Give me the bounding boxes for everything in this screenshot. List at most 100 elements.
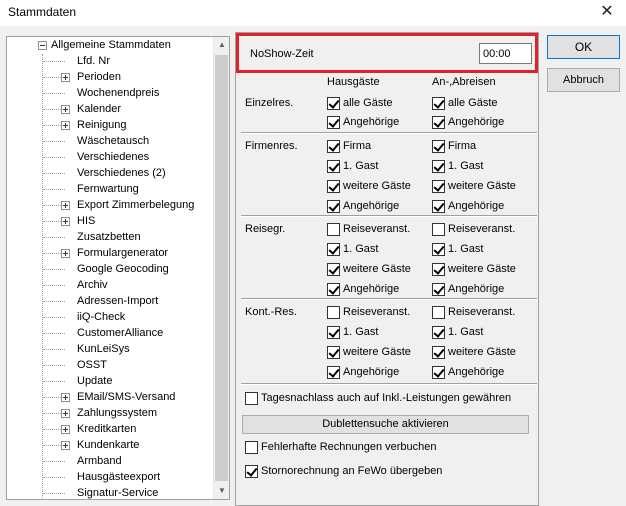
scroll-up-icon[interactable]: ▲	[214, 37, 229, 53]
section-label: Kont.-Res.	[245, 306, 297, 318]
cancel-button[interactable]: Abbruch	[547, 68, 620, 92]
checkbox-box[interactable]	[327, 326, 340, 339]
checkbox-box[interactable]	[327, 223, 340, 236]
tree-item[interactable]: Zusatzbetten	[77, 229, 141, 245]
tree-item[interactable]: iiQ-Check	[77, 309, 125, 325]
collapse-icon[interactable]	[38, 41, 47, 50]
stornorechnung-label: Stornorechnung an FeWo übergeben	[261, 465, 443, 477]
checkbox-box[interactable]	[432, 283, 445, 296]
tree-item[interactable]: Update	[77, 373, 112, 389]
checkbox-box[interactable]	[432, 366, 445, 379]
checkbox-box[interactable]	[432, 326, 445, 339]
tree-item-label: EMail/SMS-Versand	[77, 391, 176, 403]
expand-icon[interactable]	[61, 393, 70, 402]
tree-item[interactable]: Kreditkarten	[77, 421, 136, 437]
tree-item[interactable]: Verschiedenes	[77, 149, 149, 165]
tree-scrollbar[interactable]: ▲ ▼	[213, 37, 229, 499]
checkbox-box[interactable]	[327, 366, 340, 379]
tree-connector	[43, 333, 65, 334]
checkbox-box[interactable]	[432, 180, 445, 193]
tree-item[interactable]: Kalender	[77, 101, 121, 117]
checkbox-box[interactable]	[327, 306, 340, 319]
checkbox-label: Angehörige	[343, 116, 400, 128]
tree-item[interactable]: Reinigung	[77, 117, 127, 133]
checkbox-box[interactable]	[327, 160, 340, 173]
tree-item[interactable]: Verschiedenes (2)	[77, 165, 166, 181]
dublettensuche-button[interactable]: Dublettensuche aktivieren	[242, 415, 529, 434]
tree-connector	[43, 237, 65, 238]
checkbox-box[interactable]	[432, 160, 445, 173]
checkbox-box[interactable]	[432, 346, 445, 359]
checkbox-box[interactable]	[432, 263, 445, 276]
tree-connector	[43, 413, 61, 414]
checkbox-box[interactable]	[327, 283, 340, 296]
checkbox-box[interactable]	[432, 223, 445, 236]
checkbox-box[interactable]	[327, 97, 340, 110]
expand-icon[interactable]	[61, 249, 70, 258]
expand-icon[interactable]	[61, 425, 70, 434]
checkbox-box[interactable]	[327, 346, 340, 359]
checkbox-box[interactable]	[327, 200, 340, 213]
checkbox-box[interactable]	[432, 97, 445, 110]
checkbox-box[interactable]	[327, 243, 340, 256]
noshow-section: NoShow-Zeit	[236, 33, 538, 73]
tree-item[interactable]: Export Zimmerbelegung	[77, 197, 194, 213]
title-bar: Stammdaten ✕	[0, 0, 626, 26]
tree-item[interactable]: Armband	[77, 453, 122, 469]
checkbox-box[interactable]	[432, 116, 445, 129]
tree-item[interactable]: Signatur-Service	[77, 485, 158, 499]
checkbox-box[interactable]	[327, 263, 340, 276]
tree-item[interactable]: Hausgästeexport	[77, 469, 160, 485]
checkbox-box[interactable]	[432, 306, 445, 319]
tree-item[interactable]: Wochenendpreis	[77, 85, 159, 101]
expand-icon[interactable]	[61, 409, 70, 418]
expand-icon[interactable]	[61, 441, 70, 450]
expand-icon[interactable]	[61, 73, 70, 82]
checkbox-label: Angehörige	[448, 366, 505, 378]
checkbox-box[interactable]	[245, 465, 258, 478]
tree-item[interactable]: Formulargenerator	[77, 245, 168, 261]
section-label: Firmenres.	[245, 140, 298, 152]
tree-item-label: Google Geocoding	[77, 263, 169, 275]
tree-root-item[interactable]: Allgemeine Stammdaten	[51, 37, 171, 53]
category-tree[interactable]: Allgemeine Stammdaten Lfd. Nr Perioden Woc…	[6, 36, 230, 500]
expand-icon[interactable]	[61, 217, 70, 226]
tree-item[interactable]: Kundenkarte	[77, 437, 139, 453]
checkbox-box[interactable]	[245, 392, 258, 405]
tree-item-label: OSST	[77, 359, 107, 371]
expand-icon[interactable]	[61, 121, 70, 130]
expand-icon[interactable]	[61, 105, 70, 114]
tree-item[interactable]: Zahlungssystem	[77, 405, 157, 421]
ok-button[interactable]: OK	[547, 35, 620, 59]
tree-item[interactable]: Lfd. Nr	[77, 53, 110, 69]
checkbox-box[interactable]	[327, 116, 340, 129]
checkbox-box[interactable]	[432, 140, 445, 153]
checkbox-label: Reiseveranst.	[448, 306, 516, 318]
tree-item[interactable]: HIS	[77, 213, 95, 229]
checkbox-box[interactable]	[245, 441, 258, 454]
checkbox-label: weitere Gäste	[448, 180, 516, 192]
scroll-down-icon[interactable]: ▼	[214, 483, 229, 499]
noshow-time-input[interactable]	[479, 43, 532, 64]
tree-item-label: Wochenendpreis	[77, 87, 160, 99]
tree-item[interactable]: Archiv	[77, 277, 108, 293]
tagesnachlass-label: Tagesnachlass auch auf Inkl.-Leistungen …	[261, 392, 512, 404]
tree-item-label: Kundenkarte	[77, 439, 140, 451]
checkbox-box[interactable]	[432, 200, 445, 213]
tree-item[interactable]: Perioden	[77, 69, 121, 85]
tree-item[interactable]: Wäschetausch	[77, 133, 149, 149]
checkbox-box[interactable]	[327, 180, 340, 193]
tree-item[interactable]: Google Geocoding	[77, 261, 169, 277]
tree-item[interactable]: CustomerAlliance	[77, 325, 163, 341]
checkbox-box[interactable]	[432, 243, 445, 256]
checkbox-box[interactable]	[327, 140, 340, 153]
tree-item[interactable]: OSST	[77, 357, 107, 373]
tree-item-label: KunLeiSys	[77, 343, 130, 355]
tree-item[interactable]: Fernwartung	[77, 181, 139, 197]
tree-item[interactable]: KunLeiSys	[77, 341, 130, 357]
tree-item[interactable]: EMail/SMS-Versand	[77, 389, 175, 405]
tree-item[interactable]: Adressen-Import	[77, 293, 158, 309]
scroll-thumb[interactable]	[215, 55, 228, 481]
close-icon[interactable]: ✕	[596, 1, 618, 23]
expand-icon[interactable]	[61, 201, 70, 210]
